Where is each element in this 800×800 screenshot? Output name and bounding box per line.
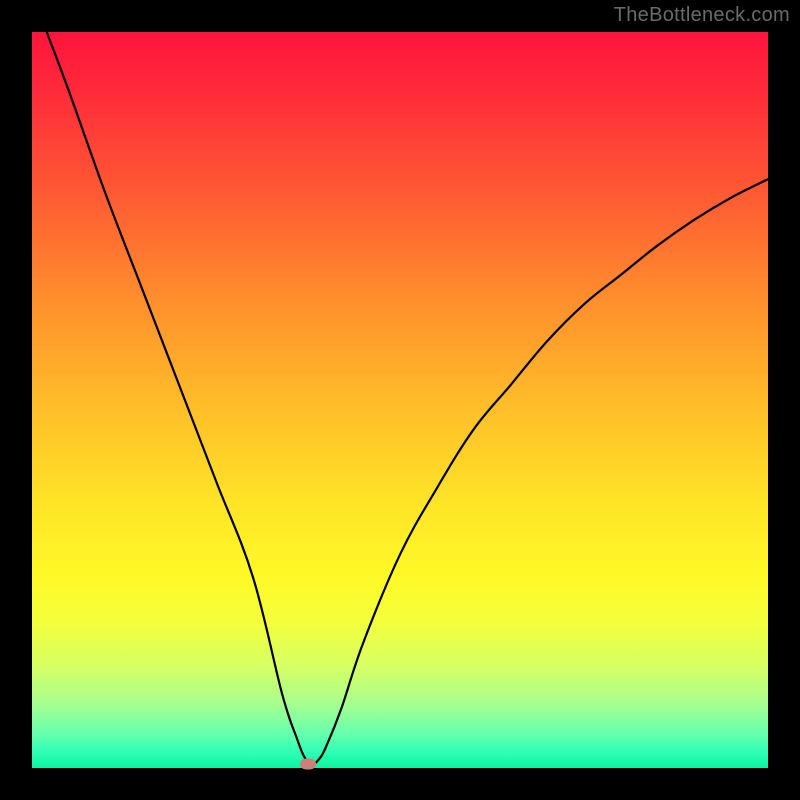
bottleneck-curve [32,32,768,768]
watermark-text: TheBottleneck.com [614,4,790,27]
plot-area [32,32,768,768]
minimum-marker [300,758,316,769]
chart-frame: TheBottleneck.com [0,0,800,800]
